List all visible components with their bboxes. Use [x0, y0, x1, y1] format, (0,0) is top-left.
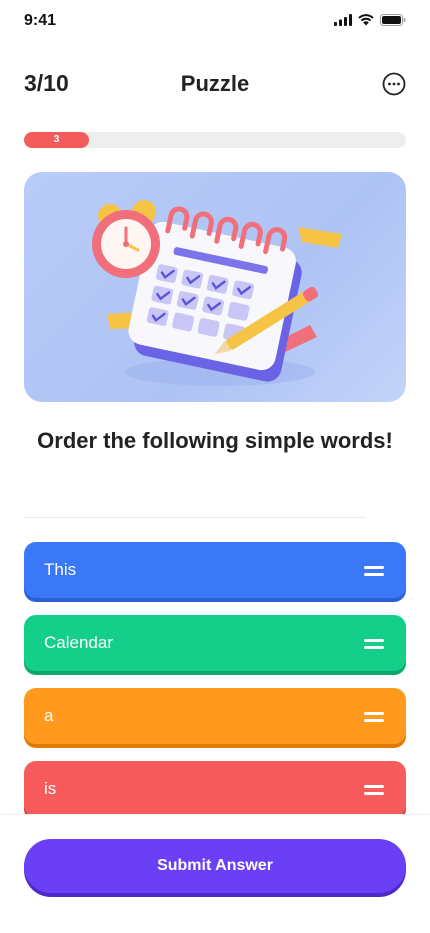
- status-bar: 9:41: [0, 0, 430, 44]
- calendar-clock-pencil-illustration: [92, 200, 342, 386]
- answer-label: a: [44, 706, 54, 725]
- more-options-button[interactable]: [382, 72, 406, 96]
- divider: [24, 517, 366, 518]
- hero-illustration: [24, 172, 406, 402]
- drag-handle-icon[interactable]: [364, 639, 384, 649]
- submit-answer-button[interactable]: Submit Answer: [24, 839, 406, 893]
- drag-handle-icon[interactable]: [364, 785, 384, 795]
- answer-label: This: [44, 560, 77, 579]
- wifi-icon: [358, 14, 374, 26]
- answer-item[interactable]: This: [24, 542, 406, 598]
- footer: Submit Answer: [0, 814, 430, 933]
- header: 3/10 Puzzle: [0, 64, 430, 104]
- signal-icon: [334, 14, 352, 26]
- drag-handle-icon[interactable]: [364, 566, 384, 576]
- answer-item[interactable]: is: [24, 761, 406, 814]
- progress-bar: 3: [24, 132, 406, 148]
- answer-item[interactable]: Calendar: [24, 615, 406, 671]
- progress-label: 3: [53, 134, 60, 145]
- status-icons: [334, 14, 406, 26]
- battery-icon: [380, 14, 406, 26]
- answer-label: is: [44, 779, 57, 798]
- page-title: Puzzle: [180, 71, 250, 96]
- answer-label: Calendar: [44, 633, 113, 652]
- answer-list: This Calendar a is: [24, 542, 406, 814]
- drag-handle-icon[interactable]: [364, 712, 384, 722]
- answer-item[interactable]: a: [24, 688, 406, 744]
- more-icon: [382, 72, 406, 96]
- status-time: 9:41: [24, 12, 57, 29]
- progress-bar-fill: 3: [24, 132, 89, 148]
- question-text: Order the following simple words!: [37, 428, 393, 453]
